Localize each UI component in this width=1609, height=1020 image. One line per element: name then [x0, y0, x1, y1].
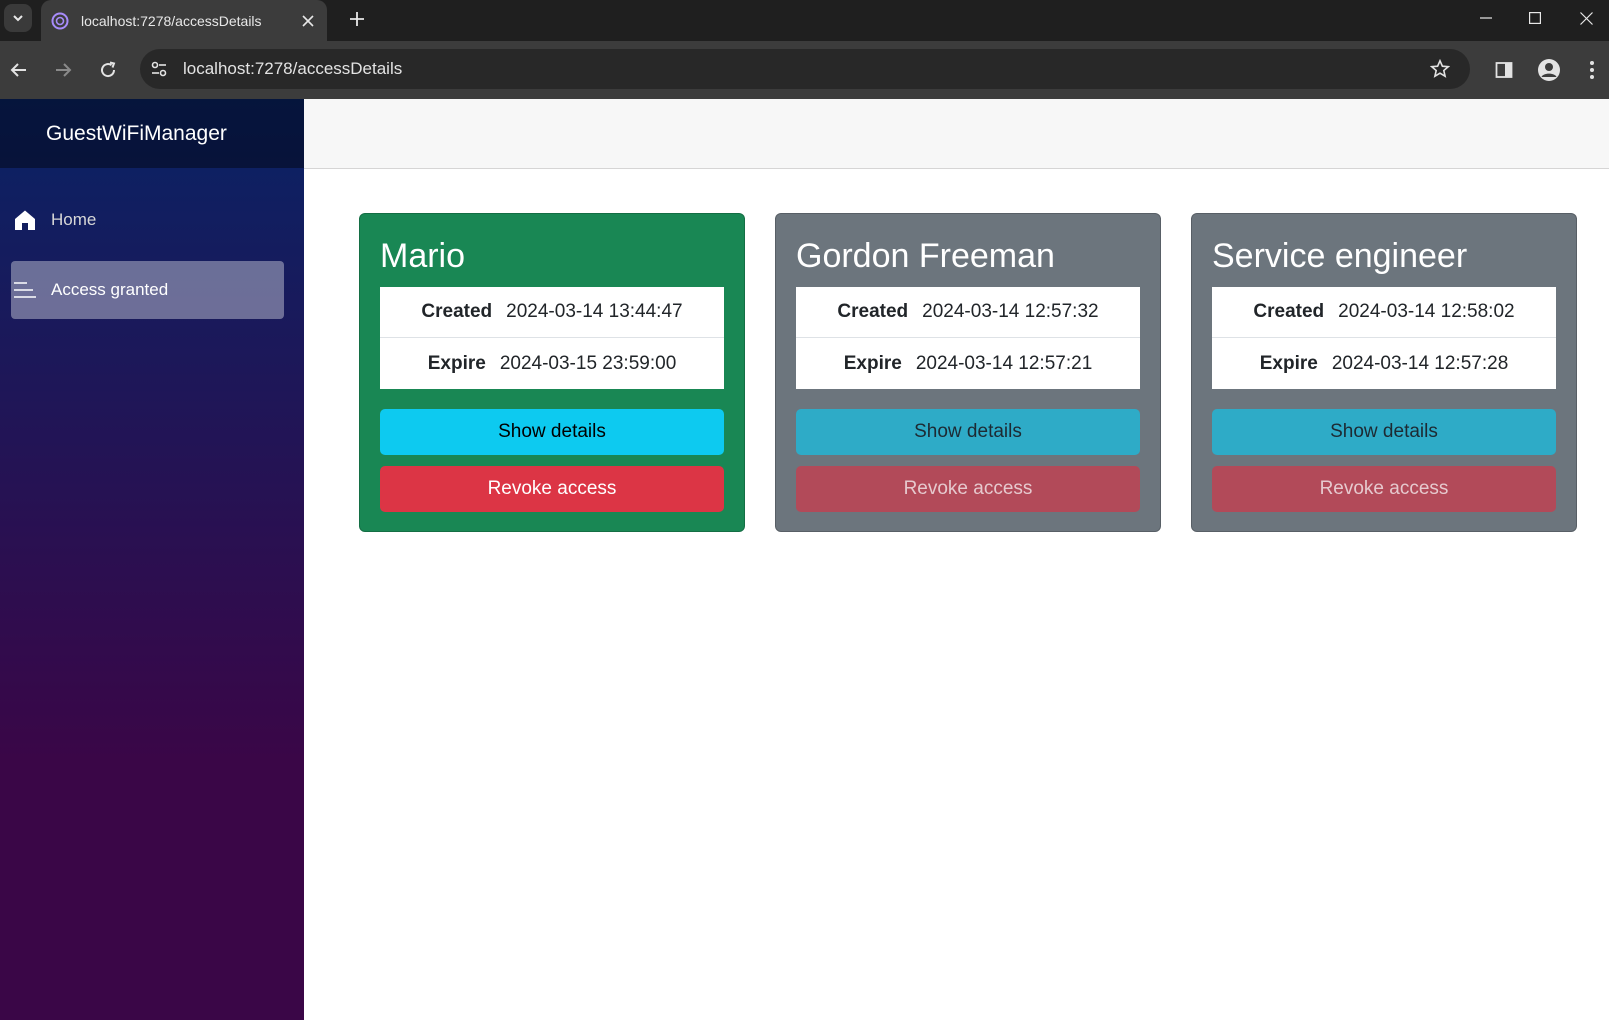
reload-button[interactable] [92, 54, 124, 86]
expire-row: Expire 2024-03-15 23:59:00 [380, 338, 724, 389]
forward-button[interactable] [47, 54, 79, 86]
side-panel-button[interactable] [1488, 54, 1520, 86]
side-panel-icon [1495, 62, 1513, 78]
maximize-icon [1529, 12, 1541, 24]
close-window-button[interactable] [1563, 0, 1609, 36]
expire-row: Expire 2024-03-14 12:57:28 [1212, 338, 1556, 389]
info-table: Created 2024-03-14 12:57:32 Expire 2024-… [796, 287, 1140, 389]
list-icon [13, 278, 37, 302]
expire-value: 2024-03-15 23:59:00 [499, 352, 677, 374]
more-vertical-icon [1590, 61, 1594, 79]
access-card: Gordon Freeman Created 2024-03-14 12:57:… [775, 213, 1161, 532]
home-icon [13, 208, 37, 232]
browser-toolbar: localhost:7278/accessDetails [0, 41, 1609, 99]
created-value: 2024-03-14 12:58:02 [1338, 301, 1515, 322]
sidebar-item-home[interactable]: Home [11, 191, 284, 249]
revoke-access-button[interactable]: Revoke access [1212, 466, 1556, 512]
minimize-button[interactable] [1463, 0, 1509, 36]
card-title: Mario [380, 237, 466, 275]
created-label: Created [837, 301, 909, 322]
blazor-favicon-icon [51, 12, 69, 29]
tab-title: localhost:7278/accessDetails [81, 12, 262, 29]
expire-value: 2024-03-14 12:57:28 [1331, 352, 1509, 374]
site-info-button[interactable] [144, 54, 174, 84]
brand-title[interactable]: GuestWiFiManager [46, 122, 227, 146]
card-title: Service engineer [1212, 237, 1468, 275]
created-label: Created [1253, 301, 1325, 322]
minimize-icon [1480, 17, 1492, 19]
plus-icon [350, 12, 364, 26]
show-details-button[interactable]: Show details [796, 409, 1140, 455]
expire-row: Expire 2024-03-14 12:57:21 [796, 338, 1140, 389]
sidebar-item-access-granted[interactable]: Access granted [11, 261, 284, 319]
access-card: Mario Created 2024-03-14 13:44:47 Expire… [359, 213, 745, 532]
browser-tab-strip: localhost:7278/accessDetails [0, 0, 1609, 41]
revoke-access-button[interactable]: Revoke access [796, 466, 1140, 512]
expire-label: Expire [843, 352, 902, 374]
url-text[interactable]: localhost:7278/accessDetails [183, 59, 1424, 79]
info-table: Created 2024-03-14 13:44:47 Expire 2024-… [380, 287, 724, 389]
menu-button[interactable] [1576, 54, 1608, 86]
created-label: Created [421, 301, 493, 322]
tab-search-button[interactable] [4, 4, 32, 32]
sidebar-item-label: Home [51, 210, 97, 229]
star-icon [1430, 59, 1450, 78]
expire-value: 2024-03-14 12:57:21 [915, 352, 1093, 374]
access-cards: Mario Created 2024-03-14 13:44:47 Expire… [359, 213, 1577, 532]
created-value: 2024-03-14 12:57:32 [922, 301, 1099, 322]
arrow-right-icon [56, 63, 72, 77]
account-icon [1538, 59, 1560, 81]
brand-bar: GuestWiFiManager [0, 99, 304, 168]
reload-icon [101, 61, 116, 78]
back-button[interactable] [3, 54, 35, 86]
show-details-button[interactable]: Show details [1212, 409, 1556, 455]
arrow-left-icon [10, 63, 26, 77]
sidebar-item-label: Access granted [51, 280, 169, 299]
maximize-button[interactable] [1512, 0, 1558, 36]
chevron-down-icon [13, 15, 23, 22]
new-tab-button[interactable] [343, 5, 371, 33]
browser-tab[interactable]: localhost:7278/accessDetails [41, 0, 327, 41]
created-row: Created 2024-03-14 12:57:32 [796, 287, 1140, 338]
created-row: Created 2024-03-14 13:44:47 [380, 287, 724, 338]
access-card: Service engineer Created 2024-03-14 12:5… [1191, 213, 1577, 532]
expire-label: Expire [1259, 352, 1318, 374]
profile-button[interactable] [1533, 54, 1565, 86]
tab-close-button[interactable] [297, 10, 319, 32]
revoke-access-button[interactable]: Revoke access [380, 466, 724, 512]
info-table: Created 2024-03-14 12:58:02 Expire 2024-… [1212, 287, 1556, 389]
show-details-button[interactable]: Show details [380, 409, 724, 455]
top-row [304, 99, 1609, 169]
created-row: Created 2024-03-14 12:58:02 [1212, 287, 1556, 338]
address-bar[interactable]: localhost:7278/accessDetails [140, 49, 1470, 89]
bookmark-button[interactable] [1424, 53, 1456, 85]
created-value: 2024-03-14 13:44:47 [506, 301, 683, 322]
close-icon [302, 14, 314, 27]
expire-label: Expire [427, 352, 486, 374]
sidebar: GuestWiFiManager Home Access granted [0, 99, 304, 1020]
card-title: Gordon Freeman [796, 237, 1055, 275]
tune-icon [151, 61, 167, 77]
close-icon [1579, 11, 1593, 25]
